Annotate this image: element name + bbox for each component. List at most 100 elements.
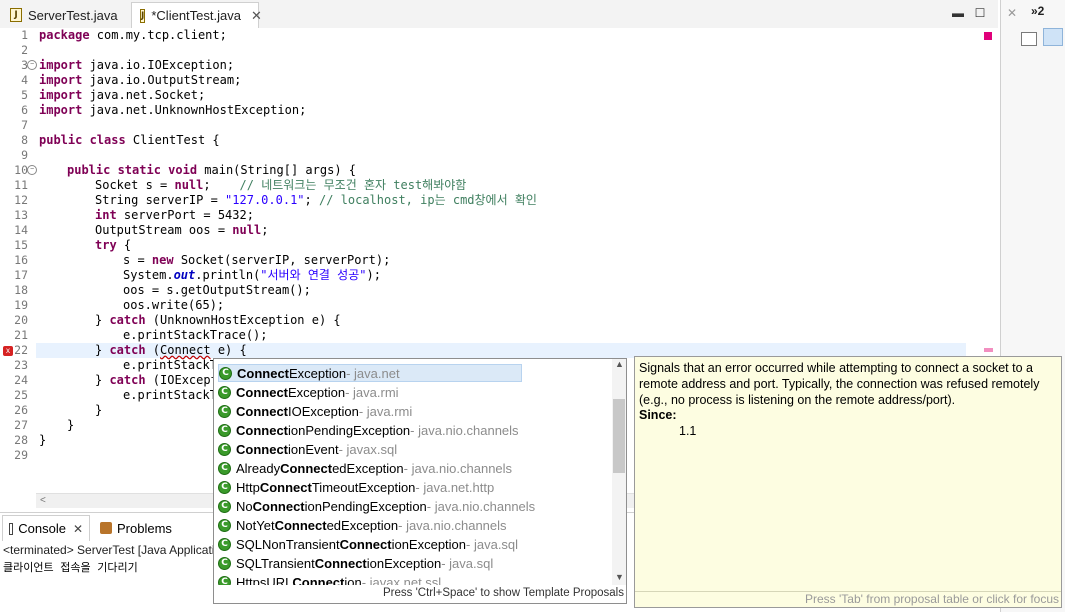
since-value: 1.1 <box>679 424 697 438</box>
proposal-match: Connect <box>236 441 288 457</box>
proposal-item[interactable]: C SQLTransient Connect ionException - java.… <box>218 554 493 572</box>
proposal-footer: Press 'Ctrl+Space' to show Template Prop… <box>382 587 624 599</box>
proposal-name-rest: TimeoutException <box>311 479 416 495</box>
proposal-name-rest: ionException <box>391 536 467 552</box>
scrollbar-thumb[interactable] <box>613 399 625 473</box>
class-icon: C <box>218 537 231 551</box>
close-icon[interactable]: ✕ <box>251 8 262 24</box>
overview-ruler-marker[interactable] <box>984 348 993 352</box>
scroll-down-icon[interactable]: ▼ <box>615 572 624 582</box>
proposal-item[interactable]: C HttpsURL Connect ion - javax.net.ssl <box>218 573 441 585</box>
editor-tab-bar: J ServerTest.java J *ClientTest.java ✕ ▬… <box>0 0 998 29</box>
close-icon[interactable]: ✕ <box>1007 6 1017 20</box>
proposal-package: - java.net.http <box>415 479 495 495</box>
console-status: <terminated> ServerTest [Java Applicati <box>3 543 215 557</box>
console-output: 클라이언트 접속을 기다리기 <box>3 561 138 574</box>
class-icon: C <box>218 385 231 399</box>
tab-clienttest[interactable]: J *ClientTest.java ✕ <box>131 2 262 28</box>
class-icon: C <box>218 442 231 456</box>
sort-icon[interactable] <box>1043 28 1063 46</box>
javadoc-popup[interactable]: Signals that an error occurred while att… <box>634 356 1062 608</box>
proposal-scrollbar[interactable]: ▲ ▼ <box>612 359 626 585</box>
console-icon <box>9 522 14 535</box>
proposal-package: - java.net <box>346 365 400 381</box>
class-icon: C <box>218 461 231 475</box>
proposal-prefix: HttpsURL <box>236 574 293 586</box>
proposal-item[interactable]: C Already Connect edException - java.nio.ch… <box>218 459 512 477</box>
proposal-package: - java.sql <box>466 536 519 552</box>
proposal-item[interactable]: C No Connect ionPendingException - java.nio… <box>218 497 535 515</box>
fold-icon[interactable]: − <box>27 60 37 70</box>
maximize-icon[interactable]: ☐ <box>973 6 987 20</box>
proposal-prefix: NotYet <box>236 517 275 533</box>
close-icon[interactable]: ✕ <box>73 522 83 536</box>
proposal-name-rest: IOException <box>288 403 359 419</box>
proposal-match: Connect <box>236 384 288 400</box>
problems-icon <box>100 522 112 534</box>
content-assist-popup: C Connect Exception - java.net C Connect Exce… <box>213 358 627 604</box>
class-icon: C <box>218 480 231 494</box>
tab-console[interactable]: Console ✕ <box>2 515 90 541</box>
proposal-name-rest: ionPendingException <box>288 422 411 438</box>
class-icon: C <box>218 404 231 418</box>
error-icon[interactable]: x <box>3 346 13 356</box>
java-file-icon: J <box>10 8 22 22</box>
proposal-match: Connect <box>252 498 305 514</box>
class-icon: C <box>218 518 231 532</box>
class-icon: C <box>218 575 231 585</box>
proposal-item[interactable]: C Connect ionEvent - javax.sql <box>218 440 397 458</box>
proposal-match: Connect <box>236 403 288 419</box>
more-views-button[interactable]: »2 <box>1031 4 1044 18</box>
tab-label: Console <box>18 521 66 536</box>
proposal-package: - java.rmi <box>345 384 399 400</box>
error-overview-marker[interactable] <box>984 32 992 40</box>
proposal-package: - java.rmi <box>358 403 413 419</box>
proposal-package: - java.nio.channels <box>426 498 536 514</box>
tab-servertest[interactable]: J ServerTest.java <box>2 2 130 28</box>
proposal-item[interactable]: C Connect Exception - java.rmi <box>218 383 399 401</box>
tab-problems[interactable]: Problems <box>94 515 184 541</box>
error-squiggle[interactable]: Connect <box>160 343 211 357</box>
proposal-name-rest: Exception <box>288 384 346 400</box>
fold-icon[interactable]: − <box>27 165 37 175</box>
proposal-name-rest: edException <box>326 517 399 533</box>
proposal-list[interactable]: C Connect Exception - java.net C Connect Exce… <box>214 359 612 585</box>
proposal-match: Connect <box>274 517 327 533</box>
proposal-prefix: No <box>236 498 253 514</box>
scroll-left-icon[interactable]: < <box>40 495 46 506</box>
proposal-name-rest: edException <box>332 460 404 476</box>
java-file-icon: J <box>140 8 146 23</box>
proposal-package: - javax.sql <box>338 441 398 457</box>
proposal-prefix: Http <box>236 479 260 495</box>
proposal-match: Connect <box>236 422 288 438</box>
tab-label: ServerTest.java <box>28 7 118 23</box>
class-icon: C <box>219 366 232 380</box>
scroll-up-icon[interactable]: ▲ <box>615 359 624 369</box>
proposal-name-rest: ionException <box>366 555 442 571</box>
proposal-name-rest: ionPendingException <box>304 498 427 514</box>
proposal-prefix: Already <box>236 460 281 476</box>
proposal-item[interactable]: C Connect IOException - java.rmi <box>218 402 412 420</box>
proposal-match: Connect <box>259 479 312 495</box>
minimize-icon[interactable]: ▬ <box>951 6 965 20</box>
proposal-item[interactable]: C Http Connect TimeoutException - java.net.… <box>218 478 494 496</box>
since-label: Since: <box>639 408 677 422</box>
proposal-prefix: SQLTransient <box>236 555 315 571</box>
proposal-item[interactable]: C Connect Exception - java.net <box>218 364 522 382</box>
toolbar-icon[interactable] <box>1021 32 1037 46</box>
javadoc-description: Signals that an error occurred while att… <box>639 361 1040 407</box>
proposal-name-rest: ion <box>344 574 362 586</box>
tab-label: *ClientTest.java <box>151 8 241 23</box>
tab-label: Problems <box>117 520 172 536</box>
proposal-item[interactable]: C NotYet Connect edException - java.nio.cha… <box>218 516 507 534</box>
javadoc-footer: Press 'Tab' from proposal table or click… <box>635 591 1061 607</box>
proposal-item[interactable]: C SQLNonTransient Connect ionException - ja… <box>218 535 518 553</box>
proposal-item[interactable]: C Connect ionPendingException - java.nio.c… <box>218 421 519 439</box>
proposal-prefix: SQLNonTransient <box>236 536 340 552</box>
class-icon: C <box>218 423 231 437</box>
class-icon: C <box>218 499 231 513</box>
proposal-match: Connect <box>237 365 289 381</box>
proposal-match: Connect <box>280 460 333 476</box>
proposal-package: - java.sql <box>441 555 494 571</box>
proposal-name-rest: ionEvent <box>288 441 339 457</box>
